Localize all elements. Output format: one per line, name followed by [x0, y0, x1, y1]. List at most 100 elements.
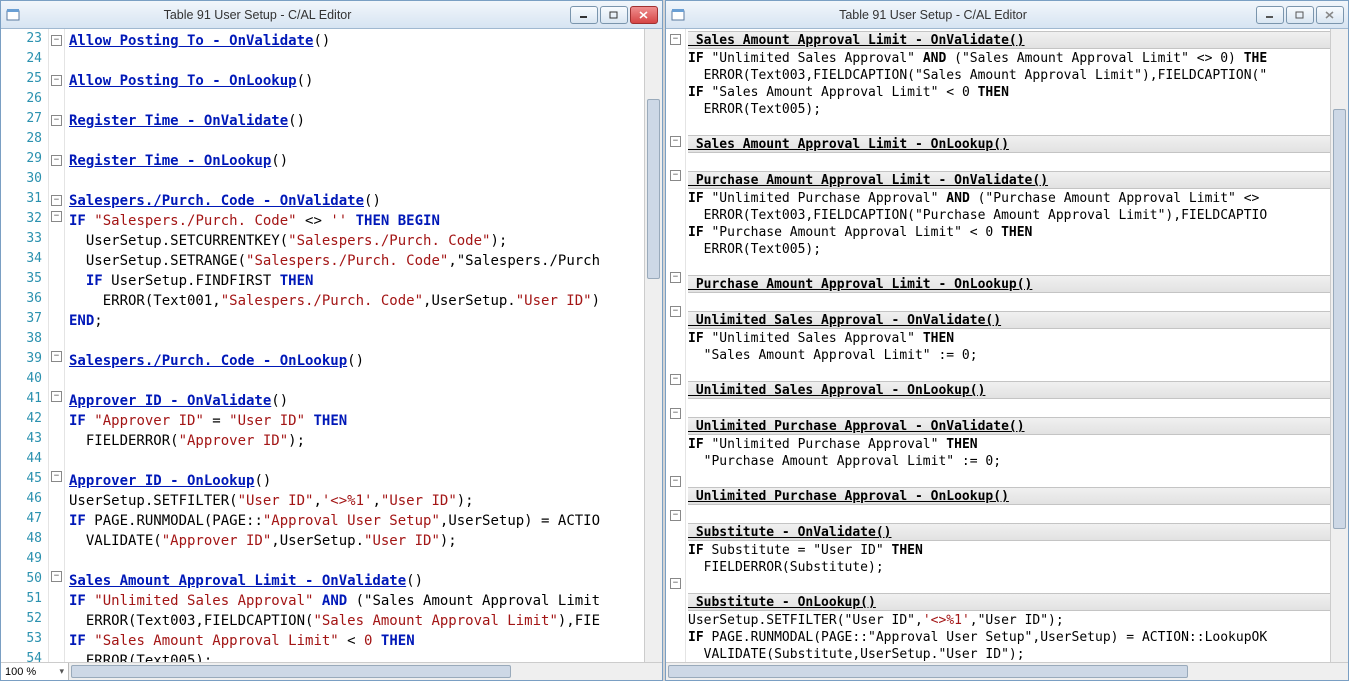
procedure-header[interactable]: Unlimited Sales Approval - OnValidate() [688, 311, 1330, 329]
code-line[interactable]: UserSetup.SETCURRENTKEY("Salespers./Purc… [69, 231, 644, 251]
titlebar-right[interactable]: Table 91 User Setup - C/AL Editor [666, 1, 1348, 29]
code-line[interactable]: ERROR(Text003,FIELDCAPTION("Sales Amount… [688, 67, 1330, 84]
fold-toggle[interactable]: − [51, 211, 62, 222]
titlebar-left[interactable]: Table 91 User Setup - C/AL Editor [1, 1, 662, 29]
code-line[interactable]: ERROR(Text005); [688, 241, 1330, 258]
code-line[interactable]: IF "Unlimited Sales Approval" THEN [688, 330, 1330, 347]
code-line[interactable] [688, 294, 1330, 311]
code-line[interactable]: Register Time - OnValidate() [69, 111, 644, 131]
maximize-button[interactable] [600, 6, 628, 24]
code-line[interactable] [69, 371, 644, 391]
fold-toggle[interactable]: − [670, 170, 681, 181]
code-line[interactable]: IF "Unlimited Sales Approval" AND ("Sale… [688, 50, 1330, 67]
fold-toggle[interactable]: − [51, 351, 62, 362]
code-line[interactable]: ERROR(Text003,FIELDCAPTION("Sales Amount… [69, 611, 644, 631]
fold-toggle[interactable]: − [51, 115, 62, 126]
code-line[interactable]: END; [69, 311, 644, 331]
code-line[interactable] [69, 131, 644, 151]
fold-toggle[interactable]: − [670, 510, 681, 521]
vertical-scrollbar[interactable] [1330, 29, 1348, 662]
minimize-button[interactable] [570, 6, 598, 24]
procedure-header[interactable]: Sales Amount Approval Limit - OnLookup() [688, 135, 1330, 153]
code-line[interactable]: Register Time - OnLookup() [69, 151, 644, 171]
close-button[interactable] [1316, 6, 1344, 24]
scroll-thumb[interactable] [1333, 109, 1346, 529]
code-area-left[interactable]: Allow Posting To - OnValidate() Allow Pos… [65, 29, 644, 662]
procedure-header[interactable]: Unlimited Purchase Approval - OnLookup() [688, 487, 1330, 505]
maximize-button[interactable] [1286, 6, 1314, 24]
code-line[interactable] [688, 154, 1330, 171]
code-line[interactable]: VALIDATE("Approver ID",UserSetup."User I… [69, 531, 644, 551]
code-line[interactable]: Approver ID - OnLookup() [69, 471, 644, 491]
procedure-header[interactable]: Sales Amount Approval Limit - OnValidate… [688, 31, 1330, 49]
fold-toggle[interactable]: − [670, 476, 681, 487]
minimize-button[interactable] [1256, 6, 1284, 24]
code-line[interactable]: IF PAGE.RUNMODAL(PAGE::"Approval User Se… [69, 511, 644, 531]
vertical-scrollbar[interactable] [644, 29, 662, 662]
code-line[interactable] [69, 51, 644, 71]
code-line[interactable] [688, 364, 1330, 381]
code-line[interactable]: IF "Approver ID" = "User ID" THEN [69, 411, 644, 431]
fold-toggle[interactable]: − [51, 35, 62, 46]
code-line[interactable] [688, 400, 1330, 417]
fold-toggle[interactable]: − [51, 571, 62, 582]
fold-toggle[interactable]: − [51, 471, 62, 482]
zoom-selector[interactable]: 100 % ▾ [1, 663, 69, 680]
code-line[interactable]: IF "Sales Amount Approval Limit" < 0 THE… [688, 84, 1330, 101]
code-line[interactable] [69, 451, 644, 471]
code-line[interactable]: IF "Sales Amount Approval Limit" < 0 THE… [69, 631, 644, 651]
code-line[interactable]: IF PAGE.RUNMODAL(PAGE::"Approval User Se… [688, 629, 1330, 646]
code-line[interactable] [688, 506, 1330, 523]
code-line[interactable]: IF "Purchase Amount Approval Limit" < 0 … [688, 224, 1330, 241]
code-line[interactable] [688, 470, 1330, 487]
fold-toggle[interactable]: − [51, 195, 62, 206]
fold-toggle[interactable]: − [51, 75, 62, 86]
code-line[interactable]: UserSetup.SETFILTER("User ID",'<>%1',"Us… [69, 491, 644, 511]
code-line[interactable]: Salespers./Purch. Code - OnLookup() [69, 351, 644, 371]
code-line[interactable]: ERROR(Text005); [69, 651, 644, 662]
fold-toggle[interactable]: − [670, 408, 681, 419]
code-line[interactable]: ERROR(Text005); [688, 101, 1330, 118]
hscroll-thumb[interactable] [668, 665, 1188, 678]
fold-toggle[interactable]: − [51, 391, 62, 402]
code-line[interactable] [69, 91, 644, 111]
fold-toggle[interactable]: − [670, 136, 681, 147]
code-line[interactable] [688, 258, 1330, 275]
fold-toggle[interactable]: − [51, 155, 62, 166]
fold-toggle[interactable]: − [670, 34, 681, 45]
procedure-header[interactable]: Purchase Amount Approval Limit - OnValid… [688, 171, 1330, 189]
code-line[interactable]: ERROR(Text001,"Salespers./Purch. Code",U… [69, 291, 644, 311]
code-line[interactable]: IF "Unlimited Purchase Approval" THEN [688, 436, 1330, 453]
fold-toggle[interactable]: − [670, 578, 681, 589]
code-line[interactable] [69, 551, 644, 571]
code-line[interactable]: UserSetup.SETRANGE("Salespers./Purch. Co… [69, 251, 644, 271]
close-button[interactable] [630, 6, 658, 24]
hscroll-thumb[interactable] [71, 665, 511, 678]
fold-toggle[interactable]: − [670, 306, 681, 317]
code-line[interactable]: Sales Amount Approval Limit - OnValidate… [69, 571, 644, 591]
procedure-header[interactable]: Purchase Amount Approval Limit - OnLooku… [688, 275, 1330, 293]
procedure-header[interactable]: Unlimited Purchase Approval - OnValidate… [688, 417, 1330, 435]
code-line[interactable]: IF "Salespers./Purch. Code" <> '' THEN B… [69, 211, 644, 231]
code-line[interactable] [69, 171, 644, 191]
code-line[interactable]: VALIDATE(Substitute,UserSetup."User ID")… [688, 646, 1330, 662]
code-line[interactable]: IF Substitute = "User ID" THEN [688, 542, 1330, 559]
fold-toggle[interactable]: − [670, 374, 681, 385]
code-line[interactable]: IF "Unlimited Purchase Approval" AND ("P… [688, 190, 1330, 207]
code-line[interactable]: Allow Posting To - OnLookup() [69, 71, 644, 91]
procedure-header[interactable]: Substitute - OnValidate() [688, 523, 1330, 541]
fold-toggle[interactable]: − [670, 272, 681, 283]
procedure-header[interactable]: Substitute - OnLookup() [688, 593, 1330, 611]
procedure-header[interactable]: Unlimited Sales Approval - OnLookup() [688, 381, 1330, 399]
code-line[interactable] [688, 576, 1330, 593]
code-line[interactable]: IF UserSetup.FINDFIRST THEN [69, 271, 644, 291]
code-line[interactable] [69, 331, 644, 351]
code-line[interactable]: IF "Unlimited Sales Approval" AND ("Sale… [69, 591, 644, 611]
code-line[interactable]: Allow Posting To - OnValidate() [69, 31, 644, 51]
code-line[interactable]: "Sales Amount Approval Limit" := 0; [688, 347, 1330, 364]
code-line[interactable]: "Purchase Amount Approval Limit" := 0; [688, 453, 1330, 470]
code-line[interactable]: Salespers./Purch. Code - OnValidate() [69, 191, 644, 211]
scroll-thumb[interactable] [647, 99, 660, 279]
code-line[interactable] [688, 118, 1330, 135]
code-line[interactable]: ERROR(Text003,FIELDCAPTION("Purchase Amo… [688, 207, 1330, 224]
